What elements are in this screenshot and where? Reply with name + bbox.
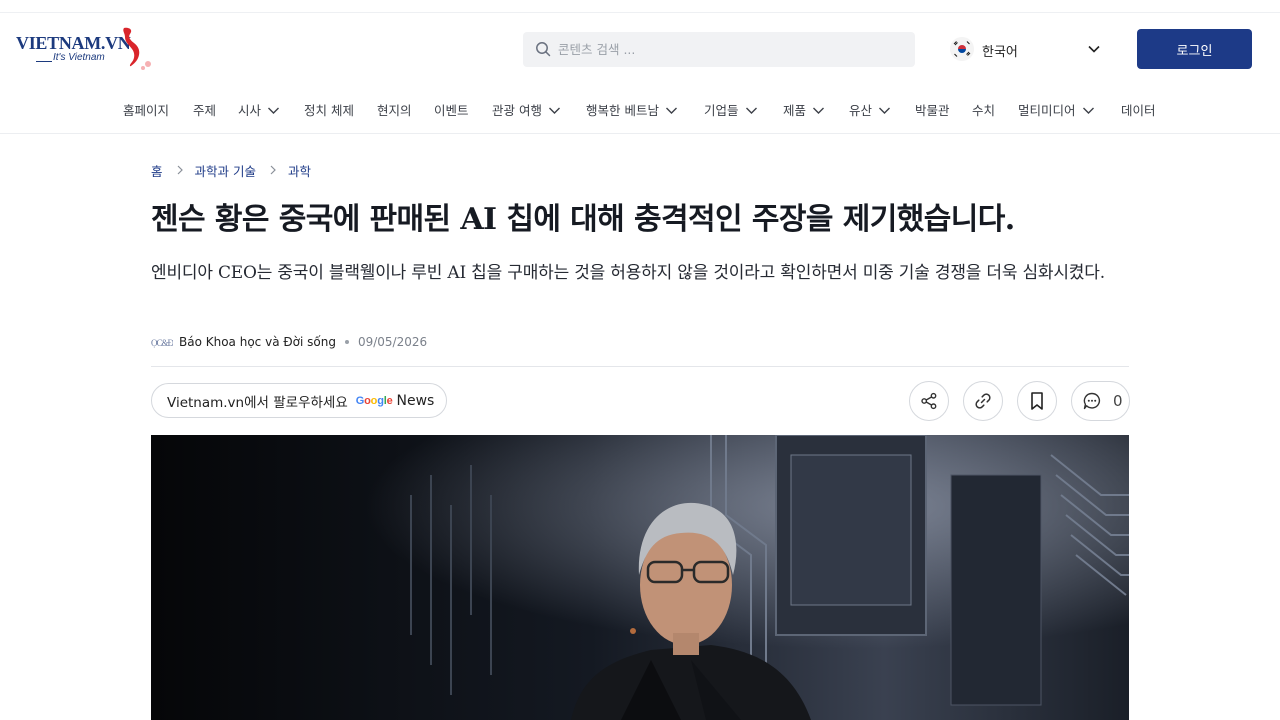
separator-dot — [344, 340, 349, 344]
nav-item-7[interactable]: 관광 여행 — [492, 100, 561, 119]
chevron-right-icon — [176, 164, 184, 176]
chevron-down-icon — [1082, 107, 1094, 114]
korea-flag-icon — [950, 37, 974, 61]
breadcrumb-science-tech[interactable]: 과학과 기술 — [195, 161, 256, 180]
nav-item-label: 시사 — [238, 103, 262, 118]
nav-item-8[interactable]: 행복한 베트남 — [586, 100, 678, 119]
nav-item-label: 주제 — [193, 103, 217, 118]
nav-item-5[interactable]: 현지의 — [377, 100, 412, 119]
chevron-down-icon — [745, 107, 757, 114]
nav-item-2[interactable]: 주제 — [193, 100, 216, 119]
share-icon — [921, 392, 937, 410]
breadcrumb: 홈 과학과 기술 과학 — [151, 161, 311, 179]
nav-item-15[interactable]: 데이터 — [1121, 100, 1156, 119]
main-nav: 홈페이지 주제 시사 정치 체제 현지의 이벤트 관광 여행 행복한 베트남 기업들 제품 유산 박물… — [0, 96, 1280, 122]
search-bar[interactable] — [523, 32, 915, 67]
article-lede: 엔비디아 CEO는 중국이 블랙웰이나 루빈 AI 칩을 구매하는 것을 허용하… — [151, 263, 1105, 283]
top-divider — [0, 12, 1280, 13]
chevron-right-icon — [269, 164, 277, 176]
source-logo[interactable]: ỌC&Đ — [151, 334, 176, 350]
search-input[interactable] — [558, 32, 898, 67]
copy-link-button[interactable] — [963, 381, 1003, 421]
bookmark-button[interactable] — [1017, 381, 1057, 421]
bookmark-icon — [1031, 392, 1043, 410]
language-label: 한국어 — [982, 45, 1018, 60]
logo-text: VIETNAM.VN — [16, 33, 131, 53]
nav-item-label: 관광 여행 — [492, 103, 542, 118]
breadcrumb-home[interactable]: 홈 — [151, 161, 163, 180]
nav-item-label: 행복한 베트남 — [586, 103, 659, 118]
logo-tagline: It's Vietnam — [53, 52, 105, 63]
nav-item-14[interactable]: 멀티미디어 — [1018, 100, 1095, 119]
publish-date: 09/05/2026 — [357, 335, 428, 349]
nav-item-label: 홈페이지 — [123, 103, 170, 118]
nav-item-4[interactable]: 정치 체제 — [304, 100, 354, 119]
nav-item-10[interactable]: 제품 — [783, 100, 825, 119]
nav-item-9[interactable]: 기업들 — [704, 100, 758, 119]
hero-photo — [151, 435, 1129, 720]
nav-item-6[interactable]: 이벤트 — [434, 100, 469, 119]
search-icon — [536, 42, 551, 57]
comments-button[interactable]: 0 — [1071, 381, 1130, 421]
site-logo[interactable]: VIETNAM.VN It's Vietnam — [14, 25, 156, 73]
byline: ỌC&Đ Báo Khoa học và Đời sống 09/05/2026 — [151, 333, 427, 351]
chevron-down-icon — [548, 107, 560, 114]
share-button[interactable] — [909, 381, 949, 421]
follow-label: Vietnam.vn에서 팔로우하세요 — [167, 394, 348, 411]
vietnam-map-icon — [123, 27, 151, 70]
news-label: News — [396, 392, 435, 409]
nav-item-label: 정치 체제 — [304, 103, 354, 118]
login-button[interactable]: 로그인 — [1137, 29, 1252, 69]
nav-item-12[interactable]: 박물관 — [915, 100, 950, 119]
nav-item-label: 유산 — [849, 103, 873, 118]
comment-count: 0 — [1113, 392, 1123, 410]
nav-item-label: 제품 — [783, 103, 807, 118]
nav-item-label: 기업들 — [704, 103, 739, 118]
nav-divider — [0, 133, 1280, 134]
nav-item-1[interactable]: 홈페이지 — [123, 100, 169, 119]
comment-icon — [1083, 392, 1101, 410]
breadcrumb-science[interactable]: 과학 — [288, 161, 311, 180]
article-title: 젠슨 황은 중국에 판매된 AI 칩에 대해 충격적인 주장을 제기했습니다. — [151, 202, 1015, 237]
nav-item-label: 박물관 — [915, 103, 950, 118]
nav-item-11[interactable]: 유산 — [849, 100, 891, 119]
nav-item-13[interactable]: 수치 — [972, 100, 995, 119]
hero-image — [151, 435, 1129, 720]
byline-divider — [151, 366, 1129, 367]
google-logo: Google — [355, 394, 393, 407]
nav-item-label: 수치 — [972, 103, 996, 118]
svg-text:ỌC&Đ: ỌC&Đ — [151, 338, 173, 348]
chevron-down-icon — [813, 107, 825, 114]
language-selector[interactable]: 한국어 — [950, 36, 1106, 62]
chevron-down-icon — [268, 107, 280, 114]
source-name[interactable]: Báo Khoa học và Đời sống — [179, 335, 336, 349]
source-logo-icon: ỌC&Đ — [151, 338, 176, 348]
chevron-down-icon — [1088, 45, 1100, 53]
follow-google-news-button[interactable]: Vietnam.vn에서 팔로우하세요 Google News — [151, 383, 447, 418]
nav-item-3[interactable]: 시사 — [238, 100, 280, 119]
nav-item-label: 데이터 — [1121, 103, 1156, 118]
chevron-down-icon — [879, 107, 891, 114]
nav-item-label: 멀티미디어 — [1018, 103, 1076, 118]
nav-item-label: 이벤트 — [434, 103, 469, 118]
chevron-down-icon — [665, 107, 677, 114]
link-icon — [975, 393, 991, 409]
logo-underline — [36, 61, 52, 62]
nav-item-label: 현지의 — [377, 103, 412, 118]
